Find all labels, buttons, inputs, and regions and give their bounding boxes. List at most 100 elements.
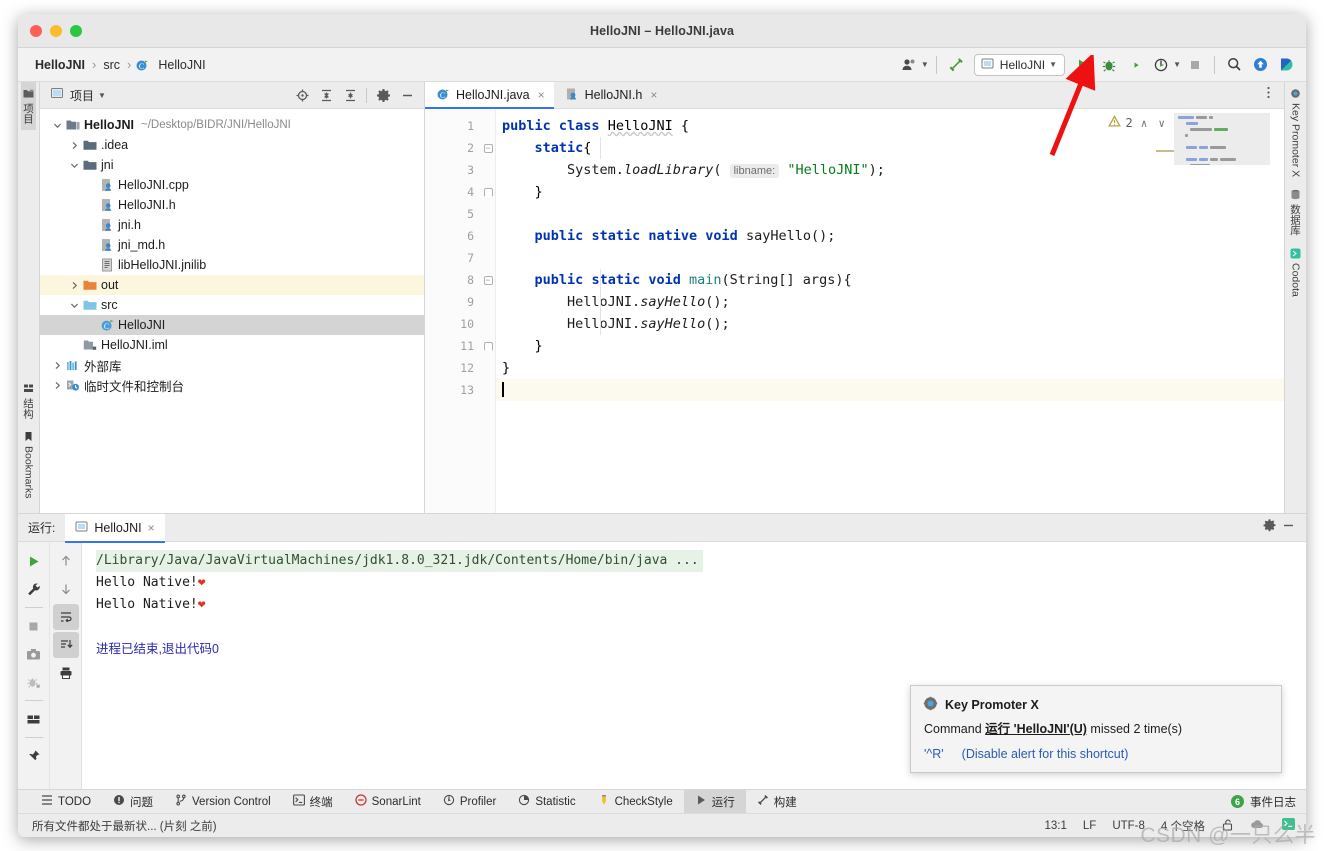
file-encoding[interactable]: UTF-8 xyxy=(1112,820,1145,832)
bottom-item-run[interactable]: 运行 xyxy=(683,789,746,814)
editor-tab-hellojni-h[interactable]: HelloJNI.h × xyxy=(554,82,667,108)
user-profile-icon[interactable] xyxy=(897,53,921,77)
chevron-right-icon[interactable] xyxy=(50,361,64,370)
close-icon[interactable]: × xyxy=(538,88,545,102)
tree-node-out[interactable]: out xyxy=(40,275,424,295)
soft-wrap-icon[interactable] xyxy=(52,604,79,630)
tree-node--[interactable]: 外部库 xyxy=(40,355,424,375)
tree-node-jni-h[interactable]: jni.h xyxy=(40,215,424,235)
chevron-down-icon[interactable]: ▼ xyxy=(921,60,929,69)
sidebar-item-key-promoter[interactable]: Key Promoter X xyxy=(1290,82,1302,183)
build-hammer-icon[interactable] xyxy=(944,53,968,77)
next-problem-button[interactable]: ∨ xyxy=(1155,117,1168,130)
chevron-down-icon[interactable] xyxy=(67,161,81,170)
run-configuration-selector[interactable]: HelloJNI ▼ xyxy=(973,53,1066,76)
console-tab-hellojni[interactable]: HelloJNI × xyxy=(65,513,165,543)
more-options-icon[interactable] xyxy=(1261,85,1276,105)
tree-node-jni[interactable]: jni xyxy=(40,155,424,175)
print-icon[interactable] xyxy=(53,660,79,686)
breadcrumb-item-src[interactable]: src xyxy=(100,58,123,72)
debug-icon[interactable] xyxy=(1097,53,1121,77)
bottom-item-build[interactable]: 构建 xyxy=(746,790,808,814)
profile-icon[interactable] xyxy=(1149,53,1173,77)
run-with-coverage-icon[interactable] xyxy=(1123,53,1147,77)
close-window-button[interactable] xyxy=(30,25,42,37)
settings-icon[interactable] xyxy=(372,84,394,106)
breadcrumb-item-class[interactable]: HelloJNI xyxy=(155,58,208,72)
tree-node--[interactable]: 临时文件和控制台 xyxy=(40,375,424,395)
update-project-icon[interactable] xyxy=(1248,53,1272,77)
chevron-down-icon[interactable]: ▼ xyxy=(98,91,106,100)
code-folding-column[interactable]: − − xyxy=(481,109,495,513)
project-tree[interactable]: HelloJNI ~/Desktop/BIDR/JNI/HelloJNI .idea… xyxy=(40,109,424,513)
sidebar-item-structure[interactable]: 结构 xyxy=(21,377,36,425)
minimize-window-button[interactable] xyxy=(50,25,62,37)
terminal-status-icon[interactable] xyxy=(1281,817,1296,834)
stop-icon[interactable] xyxy=(1183,53,1207,77)
minimize-icon[interactable] xyxy=(1281,518,1296,538)
codota-icon[interactable] xyxy=(1274,53,1298,77)
chevron-right-icon[interactable] xyxy=(67,281,81,290)
fold-marker[interactable]: − xyxy=(481,137,495,159)
event-log-label[interactable]: 事件日志 xyxy=(1250,794,1296,810)
bottom-item-sonarlint[interactable]: SonarLint xyxy=(344,790,432,814)
tree-node-hellojni-cpp[interactable]: HelloJNI.cpp xyxy=(40,175,424,195)
chevron-right-icon[interactable] xyxy=(50,381,64,390)
chevron-down-icon[interactable]: ▼ xyxy=(1049,60,1057,69)
sidebar-item-codota[interactable]: Codota xyxy=(1290,242,1302,303)
cloud-icon[interactable] xyxy=(1250,818,1265,834)
tree-node-hellojni-iml[interactable]: HelloJNI.iml xyxy=(40,335,424,355)
close-icon[interactable]: × xyxy=(650,88,657,102)
code-text[interactable]: public class HelloJNI { static{ System.l… xyxy=(495,109,1284,513)
pin-icon[interactable] xyxy=(21,743,47,769)
expand-all-icon[interactable] xyxy=(315,84,337,106)
scroll-up-icon[interactable] xyxy=(53,548,79,574)
fold-marker[interactable] xyxy=(481,181,495,203)
bottom-item-version-control[interactable]: Version Control xyxy=(164,790,282,814)
tree-node-libhellojni-jnilib[interactable]: libHelloJNI.jnilib xyxy=(40,255,424,275)
fold-marker[interactable]: − xyxy=(481,269,495,291)
code-editor[interactable]: 1 2 3 4 5 6 7 8 9 10 11 12 13 − − public class Hello… xyxy=(425,109,1284,513)
tree-node-jni-md-h[interactable]: jni_md.h xyxy=(40,235,424,255)
tree-node-hellojni[interactable]: HelloJNI ~/Desktop/BIDR/JNI/HelloJNI xyxy=(40,115,424,135)
tree-node--idea[interactable]: .idea xyxy=(40,135,424,155)
locate-icon[interactable] xyxy=(291,84,313,106)
settings-icon[interactable] xyxy=(1262,518,1277,538)
bottom-item-checkstyle[interactable]: CheckStyle xyxy=(587,790,684,814)
chevron-right-icon[interactable] xyxy=(67,141,81,150)
bottom-item-profiler[interactable]: Profiler xyxy=(432,790,507,814)
code-minimap[interactable] xyxy=(1174,113,1270,165)
sidebar-item-database[interactable]: 数据库 xyxy=(1288,183,1303,242)
scroll-to-end-icon[interactable] xyxy=(52,632,79,658)
camera-icon[interactable] xyxy=(21,641,47,667)
previous-problem-button[interactable]: ∧ xyxy=(1138,117,1151,130)
disable-alert-link[interactable]: (Disable alert for this shortcut) xyxy=(962,747,1129,761)
editor-tab-hellojni-java[interactable]: C HelloJNI.java × xyxy=(425,82,554,109)
rerun-icon[interactable] xyxy=(21,548,47,574)
line-separator[interactable]: LF xyxy=(1083,820,1096,832)
bottom-item-problems[interactable]: 问题 xyxy=(102,790,164,814)
stop-icon[interactable] xyxy=(21,613,47,639)
fold-marker[interactable] xyxy=(481,335,495,357)
run-icon[interactable] xyxy=(1071,53,1095,77)
sidebar-item-bookmarks[interactable]: Bookmarks xyxy=(23,425,35,513)
search-everywhere-icon[interactable] xyxy=(1222,53,1246,77)
tree-node-src[interactable]: src xyxy=(40,295,424,315)
tree-node-hellojni[interactable]: C HelloJNI xyxy=(40,315,424,335)
layout-icon[interactable] xyxy=(21,706,47,732)
key-promoter-notification[interactable]: Key Promoter X Command 运行 'HelloJNI'(U) … xyxy=(910,685,1282,773)
collapse-all-icon[interactable] xyxy=(339,84,361,106)
hide-icon[interactable] xyxy=(396,84,418,106)
bottom-item-statistic[interactable]: Statistic xyxy=(507,790,586,814)
chevron-down-icon[interactable]: ▼ xyxy=(1173,60,1181,69)
caret-position[interactable]: 13:1 xyxy=(1045,820,1067,832)
bottom-item-terminal[interactable]: 终端 xyxy=(282,790,344,814)
maximize-window-button[interactable] xyxy=(70,25,82,37)
wrench-icon[interactable] xyxy=(21,576,47,602)
chevron-down-icon[interactable] xyxy=(50,121,64,130)
breadcrumb-item-project[interactable]: HelloJNI xyxy=(32,58,88,72)
close-icon[interactable]: × xyxy=(148,521,155,535)
bottom-item-todo[interactable]: TODO xyxy=(30,790,102,814)
tree-node-hellojni-h[interactable]: HelloJNI.h xyxy=(40,195,424,215)
indent-setting[interactable]: 4 个空格 xyxy=(1161,818,1205,834)
